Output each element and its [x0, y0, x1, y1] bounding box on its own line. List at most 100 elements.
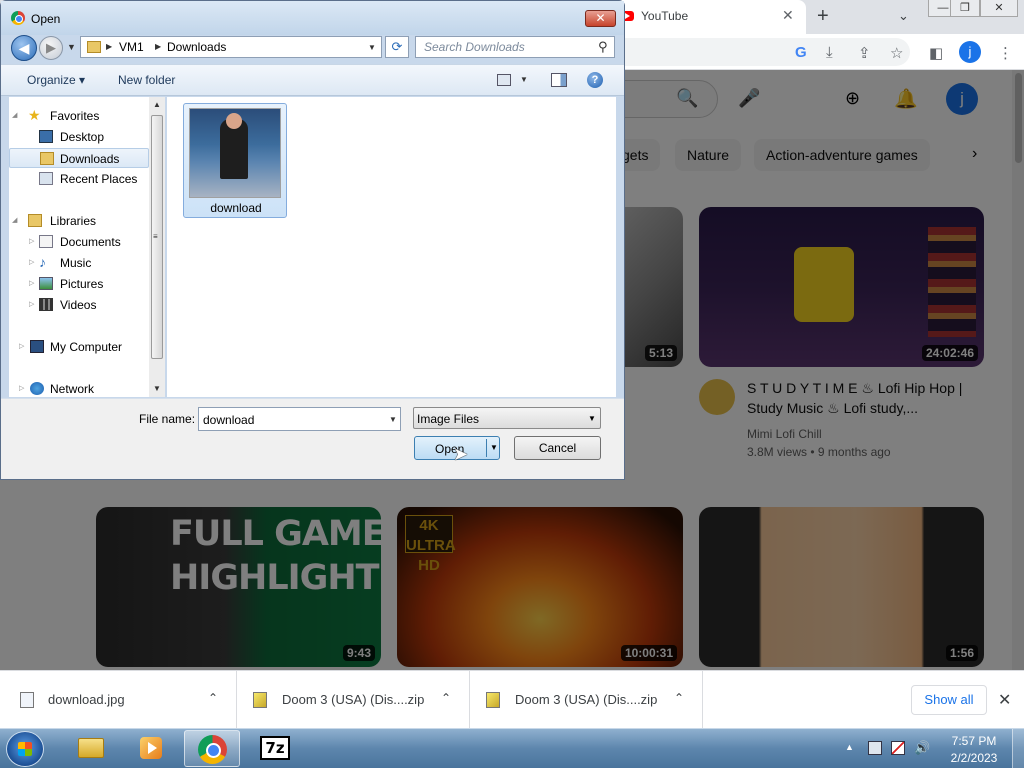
nav-label: Music [60, 256, 92, 270]
menu-icon[interactable]: ⋮ [998, 44, 1013, 62]
download-name: Doom 3 (USA) (Dis....zip [515, 692, 658, 707]
clock-time[interactable]: 7:57 PM [945, 734, 1003, 748]
clock-date[interactable]: 2/2/2023 [945, 751, 1003, 765]
install-icon[interactable]: ⤓ [826, 44, 833, 61]
breadcrumb-item[interactable]: Downloads [167, 40, 226, 54]
scroll-up-icon[interactable]: ▲ [153, 100, 161, 109]
file-item[interactable]: download [183, 103, 287, 218]
nav-libraries[interactable]: ◢ Libraries [9, 211, 149, 231]
close-window-button[interactable]: ✕ [980, 0, 1018, 17]
taskbar-7zip[interactable]: 7z [246, 730, 302, 767]
nav-documents[interactable]: ▷ Documents [9, 232, 149, 252]
maximize-button[interactable]: ❐ [950, 0, 980, 17]
recent-places-icon [39, 172, 53, 185]
taskbar-explorer[interactable] [62, 730, 118, 767]
nav-my-computer[interactable]: ▷ My Computer [9, 337, 149, 357]
chevron-down-icon[interactable]: ▼ [588, 414, 596, 423]
taskbar-media-player[interactable] [122, 730, 178, 767]
nav-label: Downloads [60, 152, 120, 166]
start-button[interactable] [6, 731, 44, 767]
bookmark-star-icon[interactable]: ☆ [890, 44, 903, 62]
nav-desktop[interactable]: Desktop [9, 127, 149, 147]
search-icon[interactable]: ⚲ [598, 39, 608, 55]
file-name-value: download [203, 413, 255, 427]
download-item[interactable]: download.jpg ⌃ [0, 671, 237, 728]
nav-pictures[interactable]: ▷ Pictures [9, 274, 149, 294]
share-icon[interactable]: ⇪ [858, 44, 871, 62]
back-arrow-icon[interactable]: ◀ [11, 35, 37, 61]
close-icon[interactable]: ✕ [998, 690, 1011, 710]
file-name-input[interactable]: download ▼ [198, 407, 401, 431]
computer-icon [30, 340, 44, 353]
recent-locations-icon[interactable]: ▼ [67, 42, 76, 52]
dialog-close-button[interactable]: ✕ [585, 10, 616, 27]
image-file-icon [20, 692, 34, 708]
zip-file-icon [486, 692, 500, 708]
organize-button[interactable]: Organize ▾ [27, 73, 85, 87]
pictures-icon [39, 277, 53, 290]
nav-label: My Computer [50, 340, 123, 354]
nav-recent-places[interactable]: Recent Places [9, 169, 149, 189]
taskbar-chrome[interactable] [184, 730, 240, 767]
chevron-right-icon[interactable]: ▶ [155, 42, 161, 51]
breadcrumb-item[interactable]: VM1 [119, 40, 144, 54]
download-item[interactable]: Doom 3 (USA) (Dis....zip ⌃ [470, 671, 703, 728]
google-icon[interactable]: G [795, 44, 807, 61]
navigation-pane: ◢ ★ Favorites Desktop Downloads Recent P… [9, 97, 165, 397]
nav-music[interactable]: ▷ ♪ Music [9, 253, 149, 273]
windows-logo-icon [18, 742, 32, 756]
tab-youtube[interactable]: YouTube ✕ [606, 0, 806, 34]
split-divider [486, 439, 487, 457]
taskbar: 7z ▲ 🔊 7:57 PM 2/2/2023 [0, 728, 1024, 768]
file-type-select[interactable]: Image Files ▼ [413, 407, 601, 429]
download-item[interactable]: Doom 3 (USA) (Dis....zip ⌃ [237, 671, 470, 728]
network-disconnected-icon[interactable] [891, 741, 905, 755]
chevron-down-icon[interactable]: ▼ [368, 43, 376, 52]
new-tab-button[interactable]: + [817, 5, 829, 28]
chevron-down-icon[interactable]: ▼ [389, 415, 397, 424]
chevron-right-icon[interactable]: ▶ [106, 42, 112, 51]
show-hidden-icons-icon[interactable]: ▲ [845, 742, 854, 752]
chrome-icon [198, 735, 227, 764]
search-input[interactable]: Search Downloads ⚲ [415, 36, 615, 58]
search-placeholder: Search Downloads [424, 40, 525, 54]
zip-file-icon [253, 692, 267, 708]
tab-search-icon[interactable]: ⌄ [898, 8, 909, 24]
nav-videos[interactable]: ▷ Videos [9, 295, 149, 315]
nav-label: Recent Places [60, 172, 138, 186]
show-desktop-button[interactable] [1012, 729, 1024, 768]
nav-downloads[interactable]: Downloads [9, 148, 149, 168]
dialog-titlebar[interactable]: Open ✕ [1, 1, 624, 35]
side-panel-icon[interactable]: ◧ [929, 44, 943, 62]
file-type-value: Image Files [417, 412, 480, 426]
profile-avatar[interactable]: j [959, 41, 981, 63]
chevron-up-icon[interactable]: ⌃ [674, 691, 684, 705]
chevron-up-icon[interactable]: ⌃ [208, 691, 218, 705]
nav-label: Documents [60, 235, 121, 249]
refresh-icon[interactable]: ⟳ [385, 36, 409, 58]
desktop-icon [39, 130, 53, 143]
show-all-button[interactable]: Show all [911, 685, 987, 715]
download-name: download.jpg [48, 692, 125, 707]
chevron-down-icon[interactable]: ▼ [520, 75, 528, 84]
documents-icon [39, 235, 53, 248]
chevron-up-icon[interactable]: ⌃ [441, 691, 451, 705]
help-icon[interactable]: ? [587, 72, 603, 88]
downloads-folder-icon [40, 152, 54, 165]
forward-arrow-icon[interactable]: ▶ [39, 36, 63, 60]
change-view-icon[interactable] [497, 74, 511, 86]
action-center-icon[interactable] [868, 741, 882, 755]
preview-pane-icon[interactable] [551, 73, 567, 87]
scroll-down-icon[interactable]: ▼ [153, 384, 161, 393]
volume-icon[interactable]: 🔊 [914, 741, 930, 755]
tab-close-icon[interactable]: ✕ [782, 7, 794, 24]
thumbnail-head-graphic [226, 113, 242, 129]
nav-favorites[interactable]: ◢ ★ Favorites [9, 106, 149, 126]
chevron-down-icon[interactable]: ▼ [490, 443, 498, 452]
breadcrumb[interactable]: ▶ VM1 ▶ Downloads ▼ [80, 36, 382, 58]
nav-label: Favorites [50, 109, 100, 123]
tab-title: YouTube [641, 9, 689, 23]
cancel-button[interactable]: Cancel [514, 436, 601, 460]
new-folder-button[interactable]: New folder [118, 73, 175, 87]
nav-network[interactable]: ▷ Network [9, 379, 149, 399]
